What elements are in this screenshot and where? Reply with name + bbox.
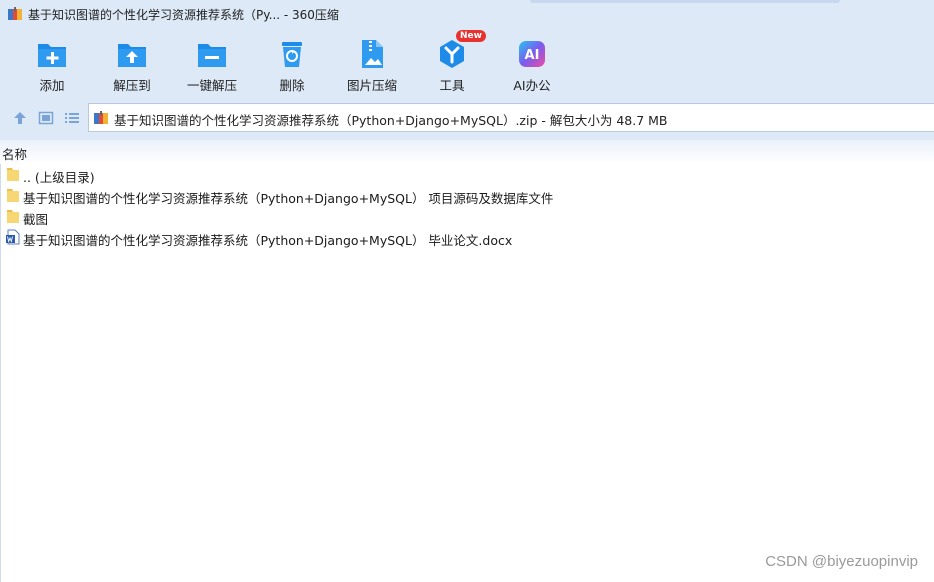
- path-text: 基于知识图谱的个性化学习资源推荐系统（Python+Django+MySQL）.…: [114, 113, 668, 128]
- one-click-extract-label: 一键解压: [186, 78, 237, 93]
- list-header: 名称: [0, 140, 934, 164]
- toolbar: 添加 解压到 一键解压 删除 图片压缩 New 工具 AI AI办公: [0, 28, 934, 98]
- delete-label: 删除: [279, 78, 305, 93]
- ai-office-label: AI办公: [513, 78, 551, 93]
- up-arrow-icon[interactable]: [12, 110, 28, 126]
- list-item[interactable]: 截图: [0, 206, 934, 227]
- list-item[interactable]: 基于知识图谱的个性化学习资源推荐系统（Python+Django+MySQL） …: [0, 185, 934, 206]
- tools-button[interactable]: New 工具: [412, 30, 492, 94]
- add-icon: [38, 44, 66, 67]
- delete-icon: [282, 42, 302, 67]
- one-click-extract-button[interactable]: 一键解压: [172, 34, 252, 94]
- window-title: 基于知识图谱的个性化学习资源推荐系统（Py... - 360压缩: [28, 8, 339, 22]
- path-field[interactable]: 基于知识图谱的个性化学习资源推荐系统（Python+Django+MySQL）.…: [88, 103, 934, 132]
- file-list: 名称 .. (上级目录) 基于知识图谱的个性化学习资源推荐系统（Python+D…: [0, 140, 934, 582]
- list-item-name: 基于知识图谱的个性化学习资源推荐系统（Python+Django+MySQL） …: [23, 233, 513, 248]
- list-view-icon[interactable]: [64, 110, 80, 126]
- add-label: 添加: [39, 78, 65, 93]
- word-document-icon: [6, 229, 20, 245]
- column-header-name[interactable]: 名称: [2, 144, 27, 163]
- app-archive-icon: [8, 7, 22, 20]
- list-item-name: .. (上级目录): [23, 170, 95, 185]
- thumbnail-view-icon[interactable]: [38, 110, 54, 126]
- title-bar: 基于知识图谱的个性化学习资源推荐系统（Py... - 360压缩: [0, 0, 934, 28]
- watermark: CSDN @biyezuopinvip: [765, 553, 918, 570]
- extract-to-icon: [118, 44, 146, 67]
- new-badge: New: [456, 30, 486, 42]
- ai-icon-text: AI: [525, 48, 540, 63]
- address-bar: 基于知识图谱的个性化学习资源推荐系统（Python+Django+MySQL）.…: [0, 98, 934, 140]
- list-item[interactable]: 基于知识图谱的个性化学习资源推荐系统（Python+Django+MySQL） …: [0, 227, 934, 248]
- image-compress-label: 图片压缩: [346, 78, 397, 93]
- tools-icon: [440, 40, 464, 68]
- folder-icon: [7, 189, 19, 202]
- one-click-extract-icon: [198, 44, 226, 67]
- ai-office-button[interactable]: AI AI办公: [492, 34, 572, 94]
- tools-label: 工具: [439, 78, 465, 93]
- title-divider: [530, 0, 840, 3]
- folder-icon: [7, 168, 19, 181]
- list-item-name: 截图: [23, 212, 49, 227]
- add-button[interactable]: 添加: [12, 34, 92, 94]
- ai-office-icon: AI: [519, 41, 545, 67]
- list-item[interactable]: .. (上级目录): [0, 164, 934, 185]
- delete-button[interactable]: 删除: [252, 34, 332, 94]
- extract-to-button[interactable]: 解压到: [92, 34, 172, 94]
- folder-icon: [7, 210, 19, 223]
- list-item-name: 基于知识图谱的个性化学习资源推荐系统（Python+Django+MySQL） …: [23, 191, 554, 206]
- image-compress-button[interactable]: 图片压缩: [332, 34, 412, 94]
- image-compress-icon: [362, 40, 383, 68]
- archive-file-icon: [94, 111, 108, 124]
- extract-to-label: 解压到: [113, 78, 151, 93]
